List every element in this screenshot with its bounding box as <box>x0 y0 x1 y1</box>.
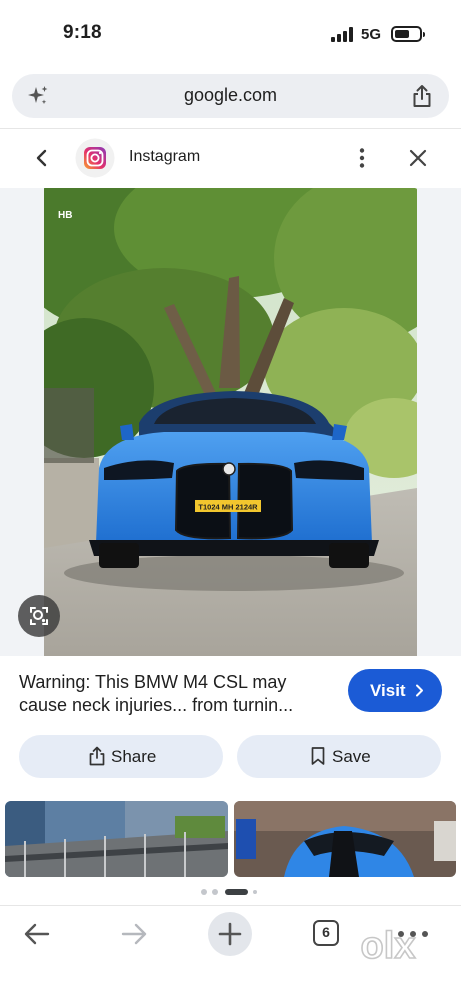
lens-icon <box>30 607 48 625</box>
car-thumbnail <box>234 801 456 877</box>
olx-watermark-text: olx <box>361 925 416 967</box>
result-title-line2: cause neck injuries... from turnin... <box>19 695 294 715</box>
status-time: 9:18 <box>63 22 102 43</box>
page-dot[interactable] <box>201 889 207 895</box>
share-button[interactable]: Share <box>19 735 223 778</box>
battery-icon <box>391 26 425 42</box>
chevron-left-icon[interactable] <box>33 148 51 168</box>
tabs-icon[interactable]: 6 <box>313 920 339 946</box>
result-title-line1: Warning: This BMW M4 CSL may <box>19 672 287 692</box>
plus-icon <box>218 922 242 946</box>
lens-button[interactable] <box>18 595 60 637</box>
source-name[interactable]: Instagram <box>129 148 200 166</box>
url-bar[interactable]: google.com <box>12 74 449 118</box>
new-tab-button[interactable] <box>208 912 252 956</box>
related-image-1[interactable] <box>5 801 228 877</box>
network-label: 5G <box>361 26 382 43</box>
car-photo: T1024 MH 2124R HB <box>44 188 417 656</box>
pagination-dots <box>0 889 461 897</box>
close-icon[interactable] <box>408 148 428 168</box>
result-title[interactable]: Warning: This BMW M4 CSL may cause neck … <box>19 671 329 717</box>
page-dot-active[interactable] <box>225 889 248 895</box>
page-dot[interactable] <box>253 890 257 894</box>
visit-label: Visit <box>370 681 406 700</box>
share-icon <box>89 746 105 766</box>
url-text[interactable]: google.com <box>12 85 449 106</box>
olx-watermark: olx <box>360 924 417 968</box>
save-button[interactable]: Save <box>237 735 441 778</box>
visit-button[interactable]: Visit <box>348 669 442 712</box>
result-image[interactable]: T1024 MH 2124R HB <box>44 188 417 656</box>
divider <box>0 128 461 129</box>
source-bar <box>0 130 461 188</box>
page-dot[interactable] <box>212 889 218 895</box>
save-label: Save <box>332 747 371 766</box>
chevron-right-icon <box>416 684 423 697</box>
license-plate: T1024 MH 2124R <box>198 503 258 512</box>
bookmark-icon <box>311 747 325 765</box>
status-bar: 9:18 5G <box>0 0 461 66</box>
share-icon[interactable] <box>411 84 433 108</box>
instagram-logo-icon[interactable] <box>75 138 115 178</box>
arrow-forward-icon[interactable] <box>120 922 148 946</box>
signal-icon <box>331 27 355 42</box>
share-label: Share <box>111 747 157 766</box>
related-image-2[interactable] <box>234 801 456 877</box>
more-vert-icon[interactable] <box>356 147 368 169</box>
building-thumbnail <box>5 801 228 877</box>
arrow-back-icon[interactable] <box>23 922 51 946</box>
image-watermark: HB <box>58 210 72 221</box>
